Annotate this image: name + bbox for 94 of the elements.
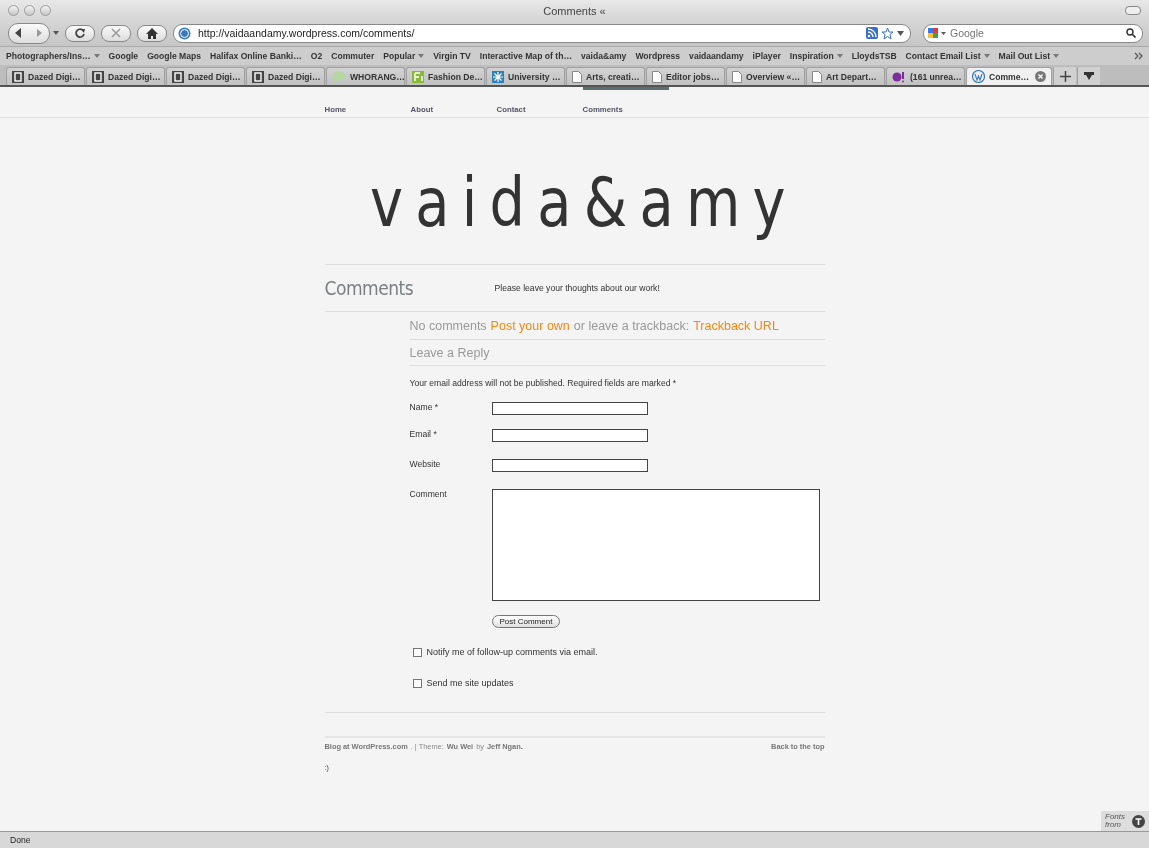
- bookmark-item[interactable]: Contact Email List: [905, 51, 981, 61]
- rss-icon[interactable]: [866, 27, 878, 39]
- bookmark-item[interactable]: LloydsTSB: [851, 51, 897, 61]
- reply-heading: Leave a Reply: [409, 345, 491, 362]
- star-icon[interactable]: [881, 26, 894, 40]
- input-field[interactable]: [491, 459, 648, 472]
- close-button[interactable]: [8, 4, 19, 16]
- field-label: Comment: [409, 489, 448, 499]
- browser-tab[interactable]: Dazed Digi…: [86, 67, 165, 85]
- checkbox[interactable]: [412, 678, 422, 688]
- comment-count: No comments: [409, 319, 487, 333]
- wordpress-icon: [972, 70, 985, 83]
- page-icon: [652, 70, 662, 83]
- required-note: Your email address will not be published. Required fields are marked *: [409, 378, 678, 388]
- fonts-badge[interactable]: Fonts from: [1101, 811, 1149, 831]
- browser-tab[interactable]: Dazed Digi…: [246, 67, 325, 85]
- bookmark-item[interactable]: vaida&amy: [581, 51, 627, 61]
- browser-tab[interactable]: (161 unrea…: [886, 67, 965, 85]
- browser-tab[interactable]: WHORANG…: [326, 67, 405, 85]
- field-label: Email *: [409, 429, 438, 439]
- bookmark-item[interactable]: Mail Out List: [998, 51, 1051, 61]
- letter-t-icon: [1132, 814, 1145, 828]
- search-input[interactable]: Google: [948, 26, 1126, 40]
- bookmark-item[interactable]: Popular: [383, 51, 416, 61]
- browser-tab[interactable]: Dazed Digi…: [6, 67, 85, 85]
- letters-fi-icon: [412, 70, 424, 83]
- letter-d-icon: [252, 70, 264, 83]
- home-button[interactable]: [137, 24, 167, 42]
- close-tab-icon[interactable]: [1035, 71, 1046, 82]
- browser-tab[interactable]: Comme…: [966, 67, 1052, 85]
- post-comment-button[interactable]: Post Comment: [491, 615, 561, 628]
- page-title: Comments: [324, 277, 415, 299]
- status-text: Done: [10, 835, 31, 845]
- bookmark-item[interactable]: Virgin TV: [433, 51, 471, 61]
- wordpress-icon: [178, 26, 191, 40]
- badge-text: Fonts from: [1105, 813, 1126, 829]
- page-icon: [572, 70, 582, 83]
- browser-tab[interactable]: Art Depart…: [806, 67, 885, 85]
- back-forward-button[interactable]: [8, 22, 50, 44]
- page-icon: [732, 70, 742, 83]
- reload-button[interactable]: [65, 24, 95, 42]
- browser-tab[interactable]: University …: [486, 67, 565, 85]
- reload-icon: [74, 27, 86, 39]
- caret-icon[interactable]: [53, 31, 59, 35]
- window-title: Comments «: [543, 5, 606, 17]
- google-icon[interactable]: [928, 26, 948, 40]
- browser-tab[interactable]: Dazed Digi…: [166, 67, 245, 85]
- zoom-button[interactable]: [40, 4, 51, 16]
- cross-icon: [111, 28, 121, 38]
- bookmark-item[interactable]: O2: [310, 51, 323, 61]
- bookmark-item[interactable]: Google: [108, 51, 139, 61]
- field-label: Website: [409, 459, 442, 469]
- stop-button[interactable]: [101, 24, 131, 42]
- bookmark-item[interactable]: iPlayer: [752, 51, 781, 61]
- new-tab-button[interactable]: [1053, 67, 1076, 85]
- exclamation-icon: [892, 70, 906, 83]
- bookmark-item[interactable]: Halifax Online Banki…: [210, 51, 302, 61]
- input-field[interactable]: [491, 429, 648, 442]
- letter-d-icon: [12, 70, 24, 83]
- address-bar[interactable]: http://vaidaandamy.wordpress.com/comments/: [173, 23, 911, 43]
- page-description: Please leave your thoughts about our work!: [494, 283, 660, 293]
- checkbox-label[interactable]: Notify me of follow-up comments via email.: [426, 647, 598, 657]
- search-icon[interactable]: [1126, 28, 1136, 38]
- toolbar-toggle-button[interactable]: [1125, 5, 1141, 15]
- field-label: Name *: [409, 402, 440, 412]
- bookmark-item[interactable]: vaidaandamy: [689, 51, 744, 61]
- snowflake-icon: [492, 70, 504, 83]
- bookmark-item[interactable]: Google Maps: [147, 51, 202, 61]
- bookmark-item[interactable]: Inspiration: [789, 51, 834, 61]
- home-icon: [146, 27, 158, 39]
- page-icon: [812, 70, 822, 83]
- bookmark-item[interactable]: Commuter: [331, 51, 375, 61]
- plus-icon: [1059, 70, 1071, 82]
- tab-list-button[interactable]: [1077, 67, 1100, 85]
- tab-list-icon: [1084, 71, 1094, 81]
- bookmark-item[interactable]: Wordpress: [635, 51, 681, 61]
- bookmark-item[interactable]: Photographers/Ins…: [6, 51, 91, 61]
- browser-tab[interactable]: Overview «…: [726, 67, 805, 85]
- comment-field[interactable]: [491, 489, 820, 601]
- more-bookmarks-icon[interactable]: [1134, 52, 1143, 60]
- checkbox[interactable]: [412, 647, 422, 657]
- caret-icon[interactable]: [897, 30, 904, 36]
- speech-bubble-icon: [332, 70, 346, 83]
- browser-tab[interactable]: Arts, creati…: [566, 67, 645, 85]
- letter-d-icon: [92, 70, 104, 83]
- browser-tab[interactable]: Fashion De…: [406, 67, 485, 85]
- bookmark-item[interactable]: Interactive Map of th…: [479, 51, 572, 61]
- trackback-text: or leave a trackback:: [573, 319, 690, 333]
- checkbox-label[interactable]: Send me site updates: [426, 678, 514, 688]
- search-field[interactable]: Google: [923, 23, 1143, 43]
- minimize-button[interactable]: [24, 4, 35, 16]
- letter-d-icon: [172, 70, 184, 83]
- input-field[interactable]: [491, 402, 648, 415]
- browser-tab[interactable]: Editor jobs…: [646, 67, 725, 85]
